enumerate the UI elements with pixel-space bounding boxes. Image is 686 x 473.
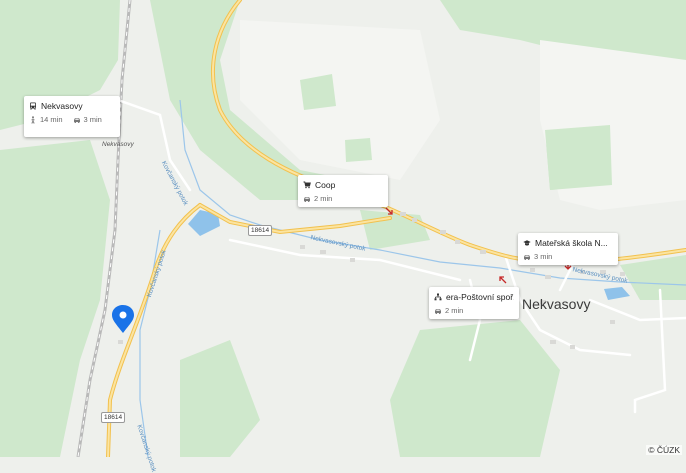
bank-icon	[434, 293, 442, 301]
school-card-title: Mateřská škola N...	[535, 238, 608, 248]
transit-card-title: Nekvasovy	[41, 101, 83, 111]
car-icon	[73, 116, 81, 124]
car-icon	[303, 195, 311, 203]
copyright-notice: © ČÚZK	[646, 445, 682, 455]
road-number-shield: 18614	[101, 412, 126, 423]
bank-card-title: era-Poštovní spoř...	[446, 292, 514, 302]
map-canvas[interactable]	[0, 0, 686, 457]
road-number-shield: 18614	[248, 225, 273, 236]
car-icon	[434, 307, 442, 315]
drive-time: 2 min	[445, 306, 464, 315]
drive-time: 3 min	[534, 252, 553, 261]
bus-icon	[29, 102, 37, 110]
school-info-card[interactable]: Mateřská škola N... 3 min	[518, 233, 618, 265]
graduation-cap-icon	[523, 239, 531, 247]
cart-icon	[303, 181, 311, 189]
coop-card-title: Coop	[315, 180, 336, 190]
bus-stop-label: Nekvasovy	[102, 141, 134, 148]
walk-icon	[29, 115, 37, 124]
village-label: Nekvasovy	[522, 296, 591, 312]
drive-time: 2 min	[314, 194, 333, 203]
bank-info-card[interactable]: era-Poštovní spoř... 2 min	[429, 287, 519, 319]
drive-time: 3 min	[83, 115, 102, 124]
car-icon	[523, 253, 531, 261]
walk-time: 14 min	[40, 115, 63, 124]
coop-info-card[interactable]: Coop 2 min	[298, 175, 388, 207]
transit-info-card[interactable]: Nekvasovy 14 min 3 min	[24, 96, 120, 137]
